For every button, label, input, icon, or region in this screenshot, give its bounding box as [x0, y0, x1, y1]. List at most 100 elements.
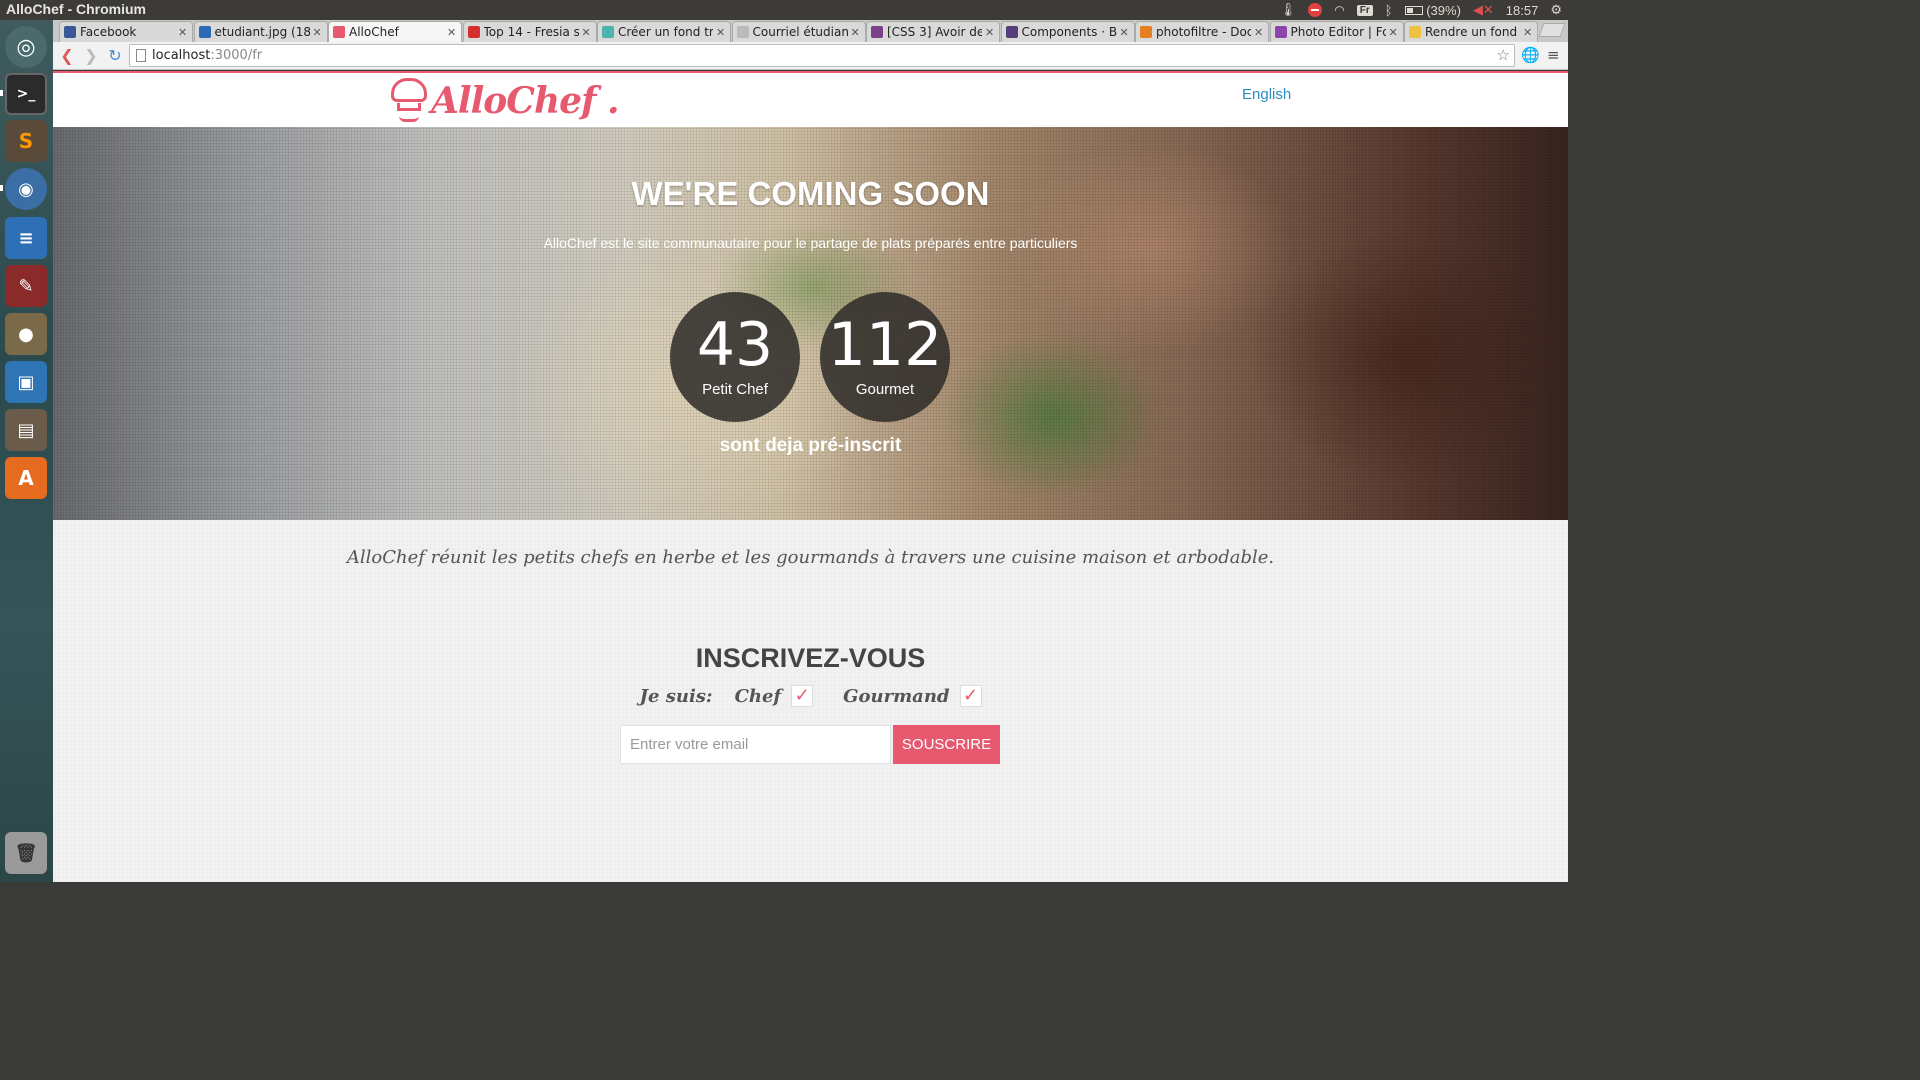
software-center-icon[interactable]: A	[5, 457, 47, 499]
tab-favicon-icon	[1274, 26, 1287, 38]
tab-title: photofiltre - Docu	[1156, 25, 1251, 39]
tab-title: Top 14 - Fresia su	[483, 25, 579, 39]
tab-favicon-icon	[736, 26, 749, 38]
signup-title: INSCRIVEZ-VOUS	[695, 643, 926, 673]
menu-icon[interactable]: ≡	[1547, 46, 1560, 64]
writer-document-icon[interactable]: ≡	[5, 217, 47, 259]
role-label-gourmand: Gourmand	[843, 685, 950, 707]
tab-close-icon[interactable]: ✕	[985, 26, 995, 39]
language-switch-link[interactable]: English	[1242, 86, 1291, 103]
web-page: AlloChef . English WE'RE COMING SOON All…	[53, 71, 1568, 882]
tab-favicon-icon	[602, 26, 614, 38]
signup-form: SOUSCRIRE	[620, 725, 1000, 764]
tab-favicon-icon	[1140, 26, 1152, 38]
tab-title: Rendre un fond tr	[1425, 25, 1520, 39]
thermometer-icon[interactable]: 🌡	[1280, 2, 1297, 18]
browser-tab[interactable]: Top 14 - Fresia su ✕	[462, 21, 597, 42]
sublime-text-icon[interactable]: S	[5, 120, 47, 162]
trash-icon[interactable]: 🗑	[5, 832, 47, 874]
address-bar[interactable]: localhost:3000/fr ☆	[129, 44, 1515, 67]
clock[interactable]: 18:57	[1506, 3, 1539, 18]
browser-tab[interactable]: etudiant.jpg (180 ✕	[193, 21, 328, 42]
url-path: :3000/fr	[210, 48, 263, 63]
tab-favicon-icon	[1409, 26, 1421, 38]
counter-value: 43	[696, 310, 774, 380]
tab-title: Créer un fond tra	[618, 25, 713, 39]
tab-close-icon[interactable]: ✕	[1120, 26, 1130, 39]
site-header: AlloChef . English	[53, 71, 1568, 127]
dash-home-icon[interactable]: ◎	[5, 26, 47, 68]
gourmand-checkbox[interactable]: ✓	[959, 685, 982, 707]
tab-close-icon[interactable]: ✕	[178, 26, 188, 39]
tab-favicon-icon	[64, 26, 76, 38]
preregistered-caption: sont deja pré-inscrit	[719, 435, 902, 456]
tab-favicon-icon	[333, 26, 345, 38]
browser-tab[interactable]: Courriel étudiant ✕	[731, 21, 866, 42]
file-manager-icon[interactable]: ▤	[5, 409, 47, 451]
browser-tab[interactable]: AlloChef ✕	[328, 21, 462, 42]
site-logo[interactable]: AlloChef .	[389, 75, 620, 127]
tab-title: AlloChef	[349, 25, 399, 39]
browser-tab-bar: Facebook ✕ etudiant.jpg (180 ✕ AlloChef ✕ Top …	[53, 20, 1568, 42]
browser-tab[interactable]: Créer un fond tra ✕	[597, 21, 731, 42]
extension-globe-icon[interactable]: 🌐	[1521, 46, 1540, 64]
browser-tab[interactable]: Components · Bo ✕	[1000, 21, 1135, 42]
tab-close-icon[interactable]: ✕	[1254, 26, 1264, 39]
role-label-chef: Chef	[734, 685, 782, 707]
battery-icon	[1404, 5, 1423, 15]
tab-title: Photo Editor | Fo	[1290, 25, 1386, 39]
gimp-icon[interactable]: ●	[5, 313, 47, 355]
tab-title: Courriel étudiant	[752, 25, 848, 39]
terminal-icon[interactable]: >_	[5, 73, 47, 115]
settings-gear-icon[interactable]: ⚙	[1550, 2, 1562, 18]
counter-petit-chef: 43 Petit Chef	[670, 292, 800, 422]
brand-name: AlloChef .	[431, 80, 620, 122]
tab-title: Facebook	[80, 25, 137, 39]
chef-hat-icon	[389, 76, 429, 126]
bluetooth-icon[interactable]: ᛒ	[1385, 3, 1393, 18]
battery-indicator[interactable]: (39%)	[1404, 3, 1461, 18]
tab-favicon-icon	[198, 26, 211, 38]
chef-checkbox[interactable]: ✓	[791, 685, 814, 707]
hero-tagline: AlloChef est le site communautaire pour …	[543, 235, 1078, 251]
tab-favicon-icon	[1005, 26, 1018, 38]
counter-gourmet: 112 Gourmet	[820, 292, 950, 422]
back-arrow-icon[interactable]: ❮	[57, 46, 77, 66]
subscribe-button[interactable]: SOUSCRIRE	[893, 725, 1000, 764]
tab-title: [CSS 3] Avoir deu	[887, 25, 982, 39]
tab-close-icon[interactable]: ✕	[582, 26, 592, 39]
system-top-panel: AlloChef - Chromium 🌡 ◠ Fr ᛒ (39%) ◀✕ 18…	[0, 0, 1568, 20]
new-tab-button[interactable]	[1537, 23, 1566, 37]
tab-close-icon[interactable]: ✕	[851, 26, 861, 39]
tab-close-icon[interactable]: ✕	[1523, 26, 1533, 39]
tab-close-icon[interactable]: ✕	[447, 26, 457, 39]
browser-tab[interactable]: Rendre un fond tr ✕	[1404, 21, 1538, 42]
url-host: localhost	[152, 48, 211, 63]
browser-tab[interactable]: photofiltre - Docu ✕	[1135, 21, 1269, 42]
tab-favicon-icon	[467, 26, 480, 38]
wifi-icon[interactable]: ◠	[1334, 3, 1344, 17]
reload-icon[interactable]: ↻	[105, 46, 125, 66]
tab-close-icon[interactable]: ✕	[313, 26, 323, 39]
browser-tab[interactable]: Facebook ✕	[59, 21, 193, 42]
browser-tab[interactable]: Photo Editor | Fo ✕	[1269, 21, 1404, 42]
chromium-icon[interactable]: ◉	[5, 168, 47, 210]
tab-close-icon[interactable]: ✕	[716, 26, 726, 39]
tab-title: etudiant.jpg (180	[214, 25, 310, 39]
tab-close-icon[interactable]: ✕	[1389, 26, 1399, 39]
bookmark-star-icon[interactable]: ☆	[1497, 45, 1510, 66]
counter-label: Petit Chef	[702, 381, 768, 398]
image-viewer-icon[interactable]: ▣	[5, 361, 47, 403]
running-indicator	[0, 90, 3, 96]
system-tools-icon[interactable]: ✎	[5, 265, 47, 307]
volume-muted-icon[interactable]: ◀✕	[1473, 2, 1494, 18]
browser-tab[interactable]: [CSS 3] Avoir deu ✕	[866, 21, 1000, 42]
tab-title: Components · Bo	[1021, 25, 1117, 39]
no-entry-icon[interactable]	[1308, 3, 1323, 17]
email-input[interactable]	[620, 725, 891, 764]
mission-statement: AlloChef réunit les petits chefs en herb…	[346, 547, 1275, 568]
tab-favicon-icon	[871, 26, 883, 38]
forward-arrow-icon[interactable]: ❯	[81, 46, 101, 66]
keyboard-layout-indicator[interactable]: Fr	[1356, 4, 1373, 16]
running-indicator	[0, 185, 3, 191]
